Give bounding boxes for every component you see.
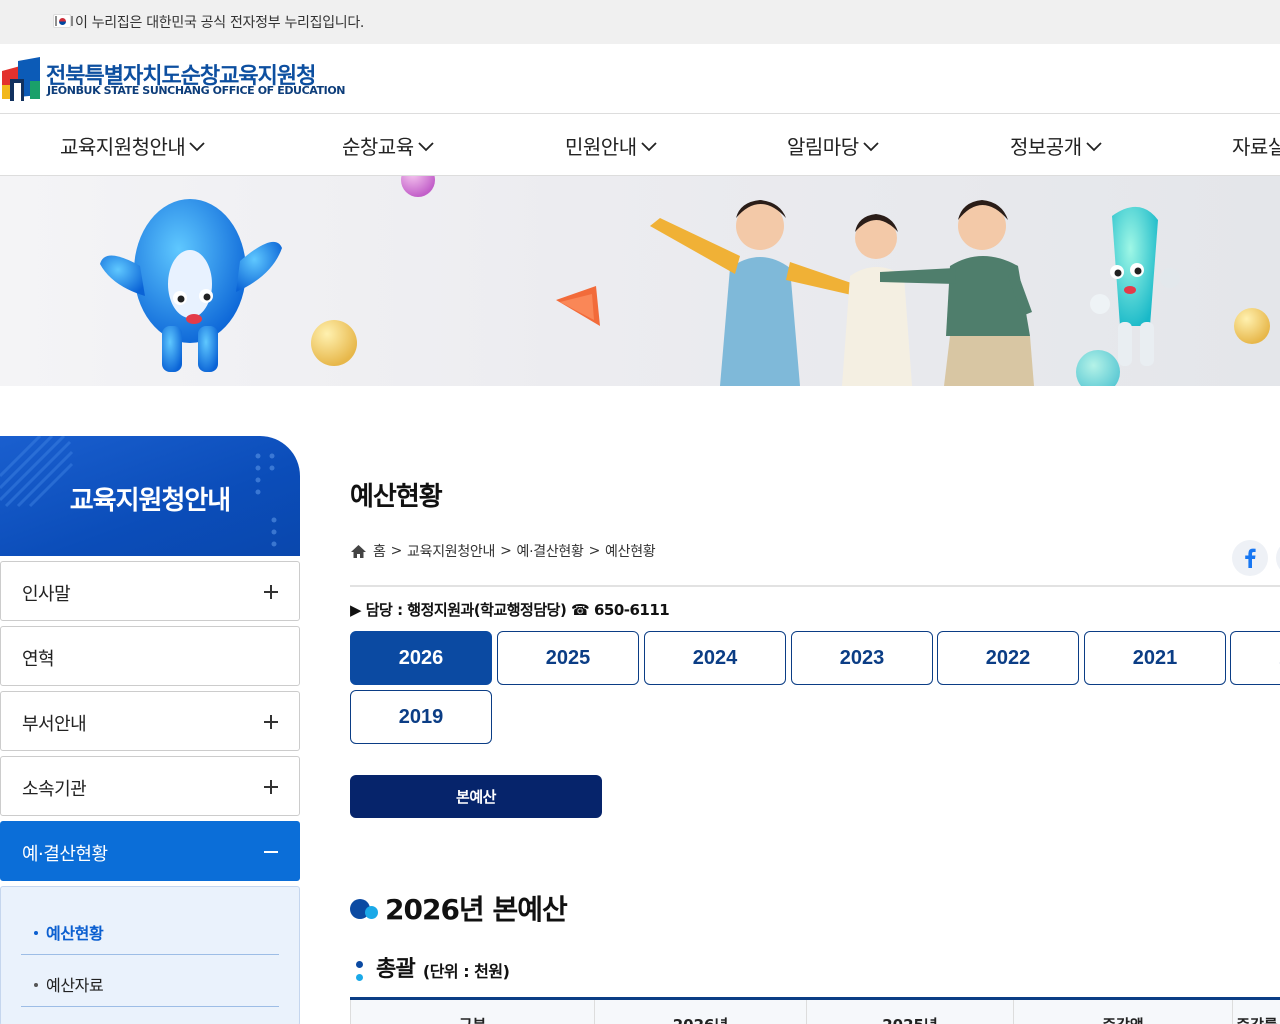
section-dot-icon	[350, 896, 380, 920]
gnb-item-info-disclosure[interactable]: 정보공개	[1010, 131, 1102, 160]
gnb-label: 순창교육	[342, 135, 414, 159]
breadcrumb-item[interactable]: 교육지원청안내	[407, 541, 495, 561]
facebook-share-button[interactable]	[1232, 540, 1268, 576]
year-tab-2026[interactable]: 2026	[350, 631, 492, 685]
submenu-item-budget-status[interactable]: 예산현황	[21, 903, 279, 955]
year-tab-2024[interactable]: 2024	[644, 631, 786, 685]
hero-banner	[0, 176, 1280, 386]
content-divider	[350, 585, 1280, 587]
subsection-title: 총괄	[376, 957, 416, 982]
sidebar-item-departments[interactable]: 부서안내	[0, 691, 300, 751]
summary-table-header: 구분 2026년 2025년 증감액 증감률	[350, 1000, 1280, 1024]
facebook-icon	[1245, 548, 1256, 568]
gnb-item-civil-service[interactable]: 민원안내	[565, 131, 657, 160]
gnb-item-archive[interactable]: 자료실	[1232, 131, 1280, 160]
breadcrumb: 홈 > 교육지원청안내 > 예·결산현황 > 예산현황	[350, 541, 656, 561]
home-icon[interactable]	[350, 544, 367, 559]
site-header: 전북특별자치도순창교육지원청 JEONBUK STATE SUNCHANG OF…	[0, 44, 1280, 114]
gnb-label: 자료실	[1232, 135, 1280, 159]
gnb-label: 정보공개	[1010, 135, 1082, 159]
chevron-down-icon	[417, 142, 434, 152]
table-header-cell: 구분	[351, 1000, 594, 1024]
submenu-label: 예산자료	[46, 976, 104, 995]
year-tab-2021[interactable]: 2021	[1084, 631, 1226, 685]
sidebar-item-label: 인사말	[22, 584, 71, 605]
plus-icon	[264, 715, 278, 729]
sidebar-item-budget-settlement[interactable]: 예·결산현황	[0, 821, 300, 881]
gnb-item-sunchang-edu[interactable]: 순창교육	[342, 131, 434, 160]
table-header-cell: 증감액	[1013, 1000, 1232, 1024]
chevron-down-icon	[189, 142, 205, 152]
global-nav: 교육지원청안내 순창교육 민원안내 알림마당 정보공개 자료실	[0, 115, 1280, 176]
gov-banner-text: 이 누리집은 대한민국 공식 전자정부 누리집입니다.	[75, 15, 365, 31]
manager-info: ▶ 담당 : 행정지원과(학교행정담당) ☎ 650-6111	[350, 601, 670, 619]
breadcrumb-separator: >	[390, 543, 403, 559]
table-header-cell: 2025년	[806, 1000, 1013, 1024]
korea-flag-icon	[53, 14, 73, 28]
section-heading: 2026년 본예산	[350, 888, 568, 928]
table-header-cell: 증감률	[1232, 1000, 1280, 1024]
submenu-label: 예산현황	[46, 924, 104, 943]
share-button[interactable]	[1276, 540, 1280, 576]
logo-icon[interactable]	[2, 57, 40, 101]
gnb-label: 알림마당	[787, 135, 859, 159]
plus-icon	[264, 585, 278, 599]
logo-subtitle: JEONBUK STATE SUNCHANG OFFICE OF EDUCATI…	[47, 84, 346, 97]
breadcrumb-current: 예산현황	[605, 544, 656, 560]
gov-banner: 이 누리집은 대한민국 공식 전자정부 누리집입니다.	[0, 0, 1280, 44]
subsection-unit: (단위 : 천원)	[422, 962, 510, 981]
sidebar-item-history[interactable]: 연혁	[0, 626, 300, 686]
sidebar-item-label: 소속기관	[22, 779, 87, 800]
year-tab-2019[interactable]: 2019	[350, 690, 492, 744]
year-tab-label: 2020	[1231, 647, 1280, 670]
breadcrumb-separator: >	[588, 543, 601, 559]
breadcrumb-home[interactable]: 홈	[373, 541, 386, 561]
sidebar-title-box: 교육지원청안내	[0, 436, 300, 556]
table-header-cell: 2026년	[594, 1000, 806, 1024]
sidebar-item-affiliates[interactable]: 소속기관	[0, 756, 300, 816]
year-tab-2020[interactable]: 2020	[1230, 631, 1280, 685]
year-tab-2023[interactable]: 2023	[791, 631, 933, 685]
gnb-label: 민원안내	[565, 135, 637, 159]
hero-illustration	[100, 176, 1270, 386]
sidebar-item-label: 부서안내	[22, 714, 87, 735]
gnb-item-notice[interactable]: 알림마당	[787, 131, 879, 160]
chevron-down-icon	[640, 142, 657, 152]
year-tab-2022[interactable]: 2022	[937, 631, 1079, 685]
gnb-item-office-guide[interactable]: 교육지원청안내	[60, 131, 205, 160]
plus-icon	[264, 780, 278, 794]
year-tab-2025[interactable]: 2025	[497, 631, 639, 685]
sidebar-item-label: 연혁	[22, 649, 55, 670]
submenu-item-budget-data[interactable]: 예산자료	[21, 955, 279, 1007]
minus-icon	[264, 851, 278, 853]
section-title: 2026년 본예산	[385, 893, 568, 926]
subsection-heading: 총괄 (단위 : 천원)	[354, 951, 510, 983]
subsection-bullet-icon	[354, 959, 364, 983]
sidebar-submenu: 예산현황 예산자료	[0, 886, 300, 1024]
main-budget-button[interactable]: 본예산	[350, 775, 602, 818]
gnb-label: 교육지원청안내	[60, 135, 186, 159]
sidebar-item-label: 예·결산현황	[22, 844, 108, 865]
page-title: 예산현황	[350, 482, 443, 512]
chevron-down-icon	[1085, 142, 1102, 152]
breadcrumb-item[interactable]: 예·결산현황	[517, 541, 584, 561]
chevron-down-icon	[862, 142, 879, 152]
sidebar-title: 교육지원청안내	[69, 486, 231, 516]
breadcrumb-separator: >	[500, 543, 512, 559]
sidebar-item-greeting[interactable]: 인사말	[0, 561, 300, 621]
